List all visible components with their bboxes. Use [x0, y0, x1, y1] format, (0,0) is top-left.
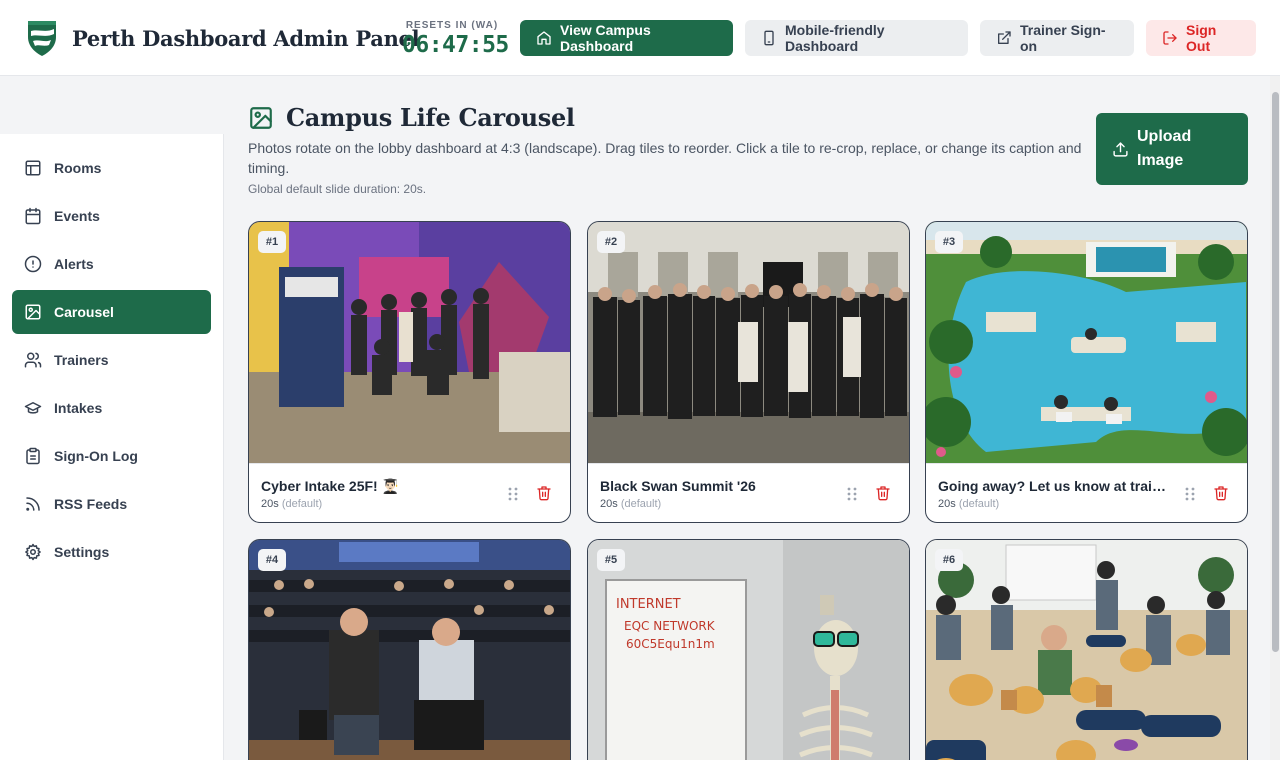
drag-handle-icon[interactable]	[505, 486, 521, 502]
slide-tile[interactable]: #6	[925, 539, 1248, 760]
alert-circle-icon	[24, 255, 42, 273]
mobile-dashboard-button[interactable]: Mobile-friendly Dashboard	[745, 20, 968, 56]
slide-number-badge: #6	[935, 549, 963, 571]
sidebar-item-carousel[interactable]: Carousel	[12, 290, 211, 334]
slide-tile[interactable]: #1 Cyber Intake 25F! 👨🏻‍🎓 20s (default)	[248, 221, 571, 523]
trash-icon[interactable]	[1213, 485, 1229, 501]
upload-label-line1: Upload	[1137, 128, 1192, 145]
sign-out-label: Sign Out	[1186, 22, 1217, 54]
sidebar-item-label: Events	[54, 208, 100, 224]
slide-footer: Black Swan Summit '26 20s (default)	[588, 463, 909, 522]
slide-photo[interactable]	[926, 540, 1247, 760]
sidebar-item-rooms[interactable]: Rooms	[12, 146, 211, 190]
timer-label: RESETS IN (WA)	[405, 20, 499, 31]
sidebar-item-label: Settings	[54, 544, 110, 560]
slide-number-badge: #4	[258, 549, 286, 571]
trainer-sign-on-label: Trainer Sign-on	[1020, 22, 1106, 54]
app-title: Perth Dashboard Admin Panel	[72, 25, 420, 51]
sidebar-item-events[interactable]: Events	[12, 194, 211, 238]
trash-icon[interactable]	[536, 485, 552, 501]
slide-photo[interactable]	[249, 222, 570, 463]
slide-duration-default-label: (default)	[620, 498, 662, 510]
slide-number-badge: #5	[597, 549, 625, 571]
slide-footer: Going away? Let us know at trainer... 20…	[926, 463, 1247, 522]
slide-duration-default-label: (default)	[281, 498, 323, 510]
log-out-icon	[1163, 31, 1177, 45]
slide-caption: Cyber Intake 25F! 👨🏻‍🎓	[261, 478, 400, 494]
sidebar-item-alerts[interactable]: Alerts	[12, 242, 211, 286]
trainer-sign-on-button[interactable]: Trainer Sign-on	[980, 20, 1134, 56]
home-icon	[537, 31, 551, 45]
reset-timer: RESETS IN (WA) 06:47:55	[402, 20, 509, 58]
brand[interactable]: Perth Dashboard Admin Panel	[26, 19, 420, 57]
slide-duration-default-label: (default)	[958, 498, 1000, 510]
calendar-icon	[25, 207, 41, 225]
sidebar-item-trainers[interactable]: Trainers	[12, 338, 211, 382]
drag-handle-icon[interactable]	[844, 486, 860, 502]
slide-photo[interactable]	[926, 222, 1247, 463]
image-icon	[25, 304, 41, 320]
slide-caption: Going away? Let us know at trainer...	[938, 478, 1168, 494]
upload-image-button[interactable]: Upload Image	[1096, 113, 1248, 185]
sidebar-item-label: Rooms	[54, 160, 102, 176]
mobile-dashboard-label: Mobile-friendly Dashboard	[785, 22, 885, 54]
slide-photo[interactable]	[249, 540, 570, 760]
slide-tile[interactable]: INTERNET EQC NETWORK 60C5Equ1n1m #5	[587, 539, 910, 760]
sidebar-item-label: RSS Feeds	[54, 496, 128, 512]
slide-photo[interactable]	[588, 222, 909, 463]
slide-number-badge: #3	[935, 231, 963, 253]
slide-duration-value: 20s	[261, 498, 279, 510]
trash-icon[interactable]	[875, 485, 891, 501]
slide-tile[interactable]: #2 Black Swan Summit '26 20s (default)	[587, 221, 910, 523]
sidebar-item-settings[interactable]: Settings	[12, 530, 211, 574]
slide-tile[interactable]: #4	[248, 539, 571, 760]
slide-duration: 20s (default)	[261, 498, 322, 510]
svg-text:60C5Equ1n1m: 60C5Equ1n1m	[626, 637, 715, 651]
global-default-duration: Global default slide duration: 20s.	[248, 182, 427, 196]
image-icon	[250, 107, 272, 129]
slide-caption: Black Swan Summit '26	[600, 478, 756, 494]
slide-tile[interactable]: #3 Going away? Let us know at trainer...…	[925, 221, 1248, 523]
gear-icon	[25, 543, 41, 561]
svg-text:INTERNET: INTERNET	[616, 597, 681, 612]
slide-duration: 20s (default)	[938, 498, 999, 510]
upload-icon	[1113, 141, 1128, 157]
page-description: Photos rotate on the lobby dashboard at …	[248, 140, 1082, 176]
smartphone-icon	[764, 30, 774, 46]
slide-footer: Cyber Intake 25F! 👨🏻‍🎓 20s (default)	[249, 463, 570, 522]
scrollbar-thumb[interactable]	[1272, 92, 1279, 652]
slide-number-badge: #2	[597, 231, 625, 253]
sidebar-item-intakes[interactable]: Intakes	[12, 386, 211, 430]
users-icon	[24, 352, 42, 368]
svg-text:EQC NETWORK: EQC NETWORK	[624, 619, 716, 633]
slide-duration-value: 20s	[938, 498, 956, 510]
upload-label-line2: Image	[1137, 152, 1184, 169]
page-title: Campus Life Carousel	[286, 103, 575, 132]
timer-value: 06:47:55	[402, 32, 509, 58]
view-campus-dashboard-button[interactable]: View Campus Dashboard	[520, 20, 733, 56]
top-header: Perth Dashboard Admin Panel RESETS IN (W…	[0, 0, 1280, 76]
drag-handle-icon[interactable]	[1182, 486, 1198, 502]
sidebar-item-rss-feeds[interactable]: RSS Feeds	[12, 482, 211, 526]
sidebar-item-label: Alerts	[54, 256, 94, 272]
sidebar: Rooms Events Alerts Carousel Trainers In…	[0, 134, 224, 760]
sidebar-item-label: Trainers	[54, 352, 109, 368]
graduation-cap-icon	[24, 402, 42, 414]
sidebar-item-sign-on-log[interactable]: Sign-On Log	[12, 434, 211, 478]
slide-duration-value: 20s	[600, 498, 618, 510]
slide-duration: 20s (default)	[600, 498, 661, 510]
layout-icon	[25, 160, 41, 176]
rss-icon	[26, 497, 40, 511]
sidebar-item-label: Intakes	[54, 400, 103, 416]
slide-number-badge: #1	[258, 231, 286, 253]
shield-logo-icon	[28, 21, 56, 56]
view-campus-dashboard-label: View Campus Dashboard	[560, 22, 651, 54]
sidebar-item-label: Carousel	[54, 304, 114, 320]
sign-out-button[interactable]: Sign Out	[1146, 20, 1256, 56]
clipboard-icon	[26, 447, 40, 465]
slide-photo[interactable]: INTERNET EQC NETWORK 60C5Equ1n1m	[588, 540, 909, 760]
sidebar-item-label: Sign-On Log	[54, 448, 138, 464]
external-link-icon	[998, 31, 1011, 44]
